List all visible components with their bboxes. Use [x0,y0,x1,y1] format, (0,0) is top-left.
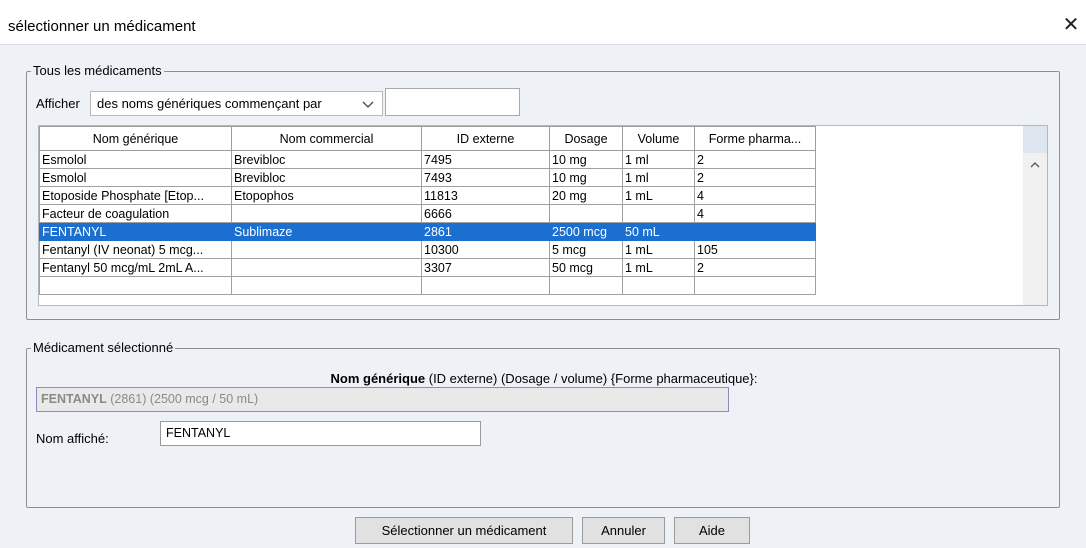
cell-generic-name: Facteur de coagulation [39,204,232,223]
summary-name: FENTANYL [41,392,107,406]
cell-external-id [421,276,550,295]
filter-text-input[interactable] [385,88,520,116]
cell-external-id: 7493 [421,168,550,187]
cell-volume: 1 ml [622,168,695,187]
column-header-form[interactable]: Forme pharma... [694,126,816,151]
window-title: sélectionner un médicament [8,18,196,35]
table-row[interactable]: Facteur de coagulation 6666 4 [39,204,816,223]
table-row[interactable]: Esmolol Brevibloc 7493 10 mg 1 ml 2 [39,168,816,187]
cell-volume: 1 mL [622,258,695,277]
cell-external-id: 6666 [421,204,550,223]
cell-volume: 50 mL [622,222,695,241]
filter-mode-value: des noms génériques commençant par [97,96,322,111]
medications-table: Nom générique Nom commercial ID externe … [38,125,1048,306]
dialog-body: Tous les médicaments Afficher des noms g… [0,44,1086,548]
table-row[interactable]: Etoposide Phosphate [Etop... Etopophos 1… [39,186,816,205]
caption-bold: Nom générique [330,371,426,386]
cell-volume: 1 mL [622,240,695,259]
cell-dosage: 10 mg [549,150,623,169]
selected-medication-group: Médicament sélectionné Nom générique (ID… [26,340,1061,508]
cell-brand-name [231,276,422,295]
cell-brand-name: Brevibloc [231,150,422,169]
cell-generic-name [39,276,232,295]
cell-dosage: 20 mg [549,186,623,205]
title-bar: sélectionner un médicament ✕ [0,0,1086,44]
selected-summary-field: FENTANYL (2861) (2500 mcg / 50 mL) [36,387,729,412]
column-header-volume[interactable]: Volume [622,126,695,151]
cancel-button[interactable]: Annuler [582,517,665,544]
display-name-input[interactable]: FENTANYL [160,421,481,446]
column-header-brand-name[interactable]: Nom commercial [231,126,422,151]
cell-brand-name [231,204,422,223]
cell-form: 2 [694,168,816,187]
cell-form: 2 [694,150,816,169]
afficher-label: Afficher [36,96,80,111]
chevron-up-icon[interactable] [1023,153,1047,177]
select-medication-button[interactable]: Sélectionner un médicament [355,517,573,544]
cell-external-id: 10300 [421,240,550,259]
cell-generic-name: FENTANYL [39,222,232,241]
close-icon[interactable]: ✕ [1060,14,1082,36]
caption-rest: (ID externe) (Dosage / volume) {Forme ph… [425,371,758,386]
cell-form: 2 [694,258,816,277]
column-header-dosage[interactable]: Dosage [549,126,623,151]
table-row[interactable] [39,276,816,295]
scrollbar-thumb[interactable] [1023,126,1047,153]
cell-volume: 1 ml [622,150,695,169]
cell-dosage [549,204,623,223]
cell-generic-name: Esmolol [39,168,232,187]
display-name-label: Nom affiché: [36,431,109,446]
table-header-row: Nom générique Nom commercial ID externe … [39,126,816,151]
cell-generic-name: Etoposide Phosphate [Etop... [39,186,232,205]
cell-volume [622,204,695,223]
cell-dosage [549,276,623,295]
selected-medication-legend: Médicament sélectionné [31,340,176,356]
help-button[interactable]: Aide [674,517,750,544]
cell-brand-name: Brevibloc [231,168,422,187]
cell-generic-name: Esmolol [39,150,232,169]
cell-form: 4 [694,186,816,205]
table-row[interactable]: Fentanyl (IV neonat) 5 mcg... 10300 5 mc… [39,240,816,259]
all-medications-legend: Tous les médicaments [31,63,164,79]
cell-external-id: 2861 [421,222,550,241]
cell-brand-name [231,258,422,277]
cell-brand-name: Sublimaze [231,222,422,241]
table-vertical-scrollbar[interactable] [1023,126,1047,305]
cell-generic-name: Fentanyl 50 mcg/mL 2mL A... [39,258,232,277]
chevron-down-icon [362,94,374,117]
cell-external-id: 11813 [421,186,550,205]
selected-format-caption: Nom générique (ID externe) (Dosage / vol… [27,371,1061,386]
table-row[interactable]: Esmolol Brevibloc 7495 10 mg 1 ml 2 [39,150,816,169]
all-medications-group: Tous les médicaments Afficher des noms g… [26,63,1060,320]
summary-details: (2861) (2500 mcg / 50 mL) [106,392,259,406]
cell-external-id: 3307 [421,258,550,277]
cell-dosage: 50 mcg [549,258,623,277]
cell-volume [622,276,695,295]
table-row-selected[interactable]: FENTANYL Sublimaze 2861 2500 mcg 50 mL [39,222,816,241]
cell-brand-name [231,240,422,259]
cell-dosage: 10 mg [549,168,623,187]
cell-form: 105 [694,240,816,259]
column-header-generic-name[interactable]: Nom générique [39,126,232,151]
cell-generic-name: Fentanyl (IV neonat) 5 mcg... [39,240,232,259]
table-row[interactable]: Fentanyl 50 mcg/mL 2mL A... 3307 50 mcg … [39,258,816,277]
filter-mode-select[interactable]: des noms génériques commençant par [90,91,383,116]
cell-brand-name: Etopophos [231,186,422,205]
cell-form [694,222,816,241]
cell-dosage: 2500 mcg [549,222,623,241]
cell-form: 4 [694,204,816,223]
cell-volume: 1 mL [622,186,695,205]
cell-form [694,276,816,295]
column-header-external-id[interactable]: ID externe [421,126,550,151]
cell-external-id: 7495 [421,150,550,169]
cell-dosage: 5 mcg [549,240,623,259]
